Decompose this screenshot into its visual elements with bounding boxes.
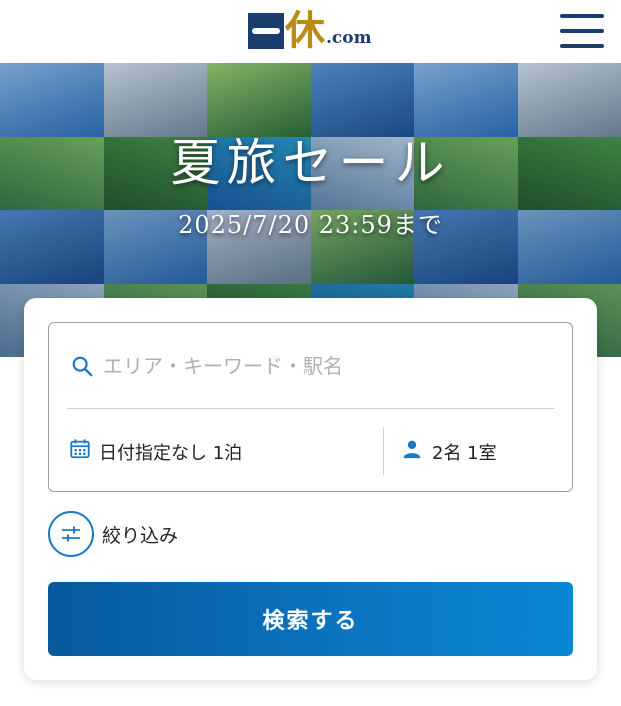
logo-kanji: 休 bbox=[285, 7, 325, 54]
banner-title: 夏旅セール bbox=[170, 134, 451, 192]
search-form-box: 日付指定なし 1泊 2名 1室 bbox=[48, 322, 573, 492]
sliders-icon bbox=[48, 511, 94, 557]
site-header: 休 .com bbox=[0, 0, 621, 63]
filter-button[interactable]: 絞り込み bbox=[48, 510, 178, 558]
site-logo[interactable]: 休 .com bbox=[248, 10, 372, 52]
guests-label: 2名 1室 bbox=[432, 443, 497, 464]
keyword-row[interactable] bbox=[49, 323, 572, 409]
person-icon bbox=[403, 440, 421, 459]
search-card: 日付指定なし 1泊 2名 1室 絞り込み 検索する bbox=[24, 298, 597, 680]
logo-mark bbox=[248, 13, 284, 49]
keyword-input[interactable] bbox=[103, 351, 543, 381]
banner-deadline: 2025/7/20 23:59まで bbox=[178, 211, 443, 239]
guest-room-selector[interactable]: 2名 1室 bbox=[384, 409, 574, 493]
hamburger-menu-icon[interactable] bbox=[560, 14, 604, 48]
search-button[interactable]: 検索する bbox=[48, 582, 573, 656]
search-icon bbox=[72, 356, 93, 377]
date-label: 日付指定なし 1泊 bbox=[99, 443, 243, 464]
calendar-icon bbox=[70, 439, 90, 459]
filter-label: 絞り込み bbox=[102, 524, 179, 547]
date-selector[interactable]: 日付指定なし 1泊 bbox=[49, 409, 383, 493]
logo-suffix: .com bbox=[326, 28, 372, 48]
